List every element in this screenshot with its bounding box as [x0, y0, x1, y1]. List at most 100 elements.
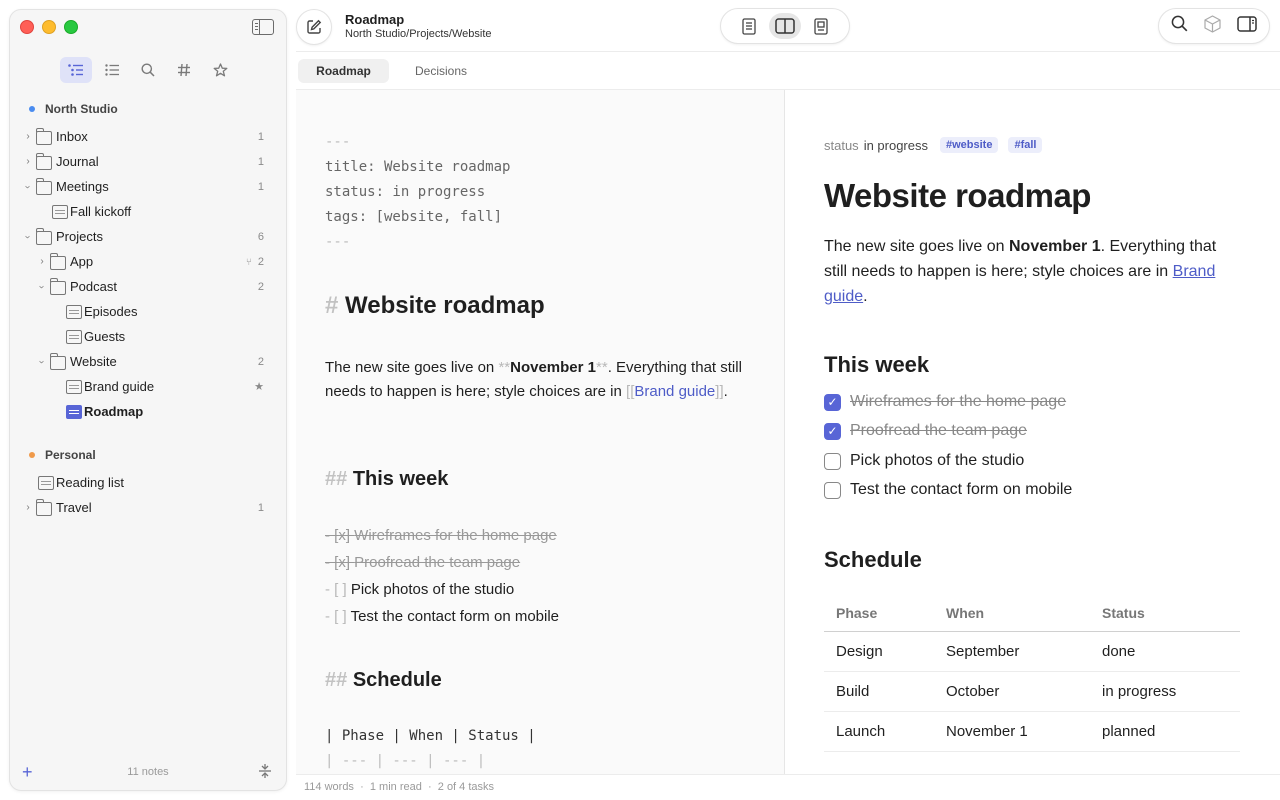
preview-only-icon[interactable]	[805, 13, 837, 39]
editor-task: - [x] Proofread the team page	[325, 554, 521, 571]
sidebar-item-episodes[interactable]: Episodes	[10, 299, 286, 324]
editor-task: - [ ] Test the contact form on mobile	[325, 608, 560, 625]
folder-icon	[35, 227, 52, 245]
sidebar-footer: + 11 notes	[10, 762, 286, 782]
sidebar-item-label: Fall kickoff	[70, 204, 132, 219]
document-icon	[66, 379, 82, 394]
sidebar-item-roadmap[interactable]: Roadmap	[10, 399, 286, 424]
document-icon	[38, 475, 54, 490]
cube-icon[interactable]	[1204, 14, 1221, 38]
sidebar-item-label: App	[70, 254, 94, 269]
preview-paragraph: The new site goes live on November 1. Ev…	[824, 238, 1217, 305]
wiki-link[interactable]: Brand guide	[634, 383, 715, 400]
sidebar-item-guests[interactable]: Guests	[10, 324, 286, 349]
star-icon[interactable]	[204, 57, 236, 83]
item-count: 1	[257, 130, 264, 143]
window-controls	[20, 20, 78, 34]
editor-heading-2: ## Schedule	[325, 669, 442, 691]
task-progress: 2 of 4 tasks	[437, 781, 495, 793]
search-icon[interactable]	[1171, 15, 1188, 37]
table-cell: in progress	[1090, 671, 1240, 712]
sidebar-item-meetings[interactable]: › Meetings 1	[10, 174, 286, 199]
tag-badge[interactable]: #website	[940, 137, 999, 153]
editor-task: - [ ] Pick photos of the studio	[325, 581, 515, 598]
chevron-right-icon[interactable]: ›	[37, 256, 47, 267]
folder-icon	[35, 177, 52, 195]
hashtag-icon[interactable]	[168, 57, 200, 83]
sidebar-toggle-icon[interactable]	[252, 19, 274, 35]
tab-roadmap[interactable]: Roadmap	[298, 59, 389, 83]
outline-tree-icon[interactable]	[60, 57, 92, 83]
table-header: Status	[1090, 597, 1240, 632]
editor-only-icon[interactable]	[733, 13, 765, 39]
group-label: North Studio	[45, 101, 118, 116]
sidebar-item-projects[interactable]: › Projects 6	[10, 224, 286, 249]
sidebar-item-website[interactable]: › Website 2	[10, 349, 286, 374]
sidebar-item-label: Episodes	[84, 304, 138, 319]
zoom-window-button[interactable]	[64, 20, 78, 34]
sidebar-item-label: Meetings	[56, 179, 109, 194]
sidebar-item-fall-kickoff[interactable]: Fall kickoff	[10, 199, 286, 224]
folder-icon	[49, 252, 66, 270]
right-toolbar	[1158, 8, 1270, 44]
collapse-all-icon[interactable]	[258, 764, 272, 781]
sidebar-item-journal[interactable]: › Journal 1	[10, 149, 286, 174]
chevron-down-icon[interactable]: ›	[23, 182, 34, 192]
inspector-toggle-icon[interactable]	[1237, 15, 1257, 37]
folder-icon	[49, 352, 66, 370]
app-window: North Studio › Inbox 1 › Journal 1 › Mee…	[0, 0, 1280, 800]
group-color-dot	[29, 105, 35, 112]
checkbox-unchecked[interactable]	[824, 481, 841, 499]
sidebar-item-podcast[interactable]: › Podcast 2	[10, 274, 286, 299]
tab-decisions[interactable]: Decisions	[401, 59, 481, 83]
group-north-studio[interactable]: North Studio	[10, 96, 286, 121]
item-count: 1	[257, 155, 264, 168]
editor-heading-1: # Website roadmap	[325, 292, 545, 320]
table-header: When	[934, 597, 1090, 632]
branch-icon: ⑂	[245, 256, 252, 268]
compose-icon[interactable]	[296, 9, 332, 45]
sidebar-item-inbox[interactable]: › Inbox 1	[10, 124, 286, 149]
sidebar-item-label: Guests	[84, 329, 126, 344]
document-title: Roadmap	[345, 12, 405, 27]
chevron-right-icon[interactable]: ›	[23, 156, 33, 167]
markdown-editor[interactable]: --- title: Website roadmap status: in pr…	[296, 90, 784, 774]
chevron-right-icon[interactable]: ›	[23, 502, 33, 513]
property-value: in progress	[863, 137, 928, 153]
item-count: 2	[257, 280, 264, 293]
sidebar-item-app[interactable]: › App ⑂ 2	[10, 249, 286, 274]
table-cell: November 1	[934, 711, 1090, 752]
checkbox-checked[interactable]: ✓	[824, 422, 841, 440]
list-icon[interactable]	[96, 57, 128, 83]
group-personal[interactable]: Personal	[10, 442, 286, 467]
search-icon[interactable]	[132, 57, 164, 83]
group-label: Personal	[45, 447, 96, 462]
minimize-window-button[interactable]	[42, 20, 56, 34]
chevron-right-icon[interactable]: ›	[23, 131, 33, 142]
notes-count: 11 notes	[127, 766, 169, 778]
chevron-down-icon[interactable]: ›	[37, 282, 48, 292]
sidebar-item-label: Inbox	[56, 129, 88, 144]
sidebar-item-label: Website	[70, 354, 117, 369]
chevron-down-icon[interactable]: ›	[23, 232, 34, 242]
sidebar-item-travel[interactable]: › Travel 1	[10, 495, 286, 520]
editor-heading-2: ## This week	[325, 468, 449, 490]
sidebar-item-label: Podcast	[70, 279, 117, 294]
tag-badge[interactable]: #fall	[1008, 137, 1043, 153]
group-color-dot	[29, 451, 35, 458]
table-cell: October	[934, 671, 1090, 712]
chevron-down-icon[interactable]: ›	[37, 357, 48, 367]
item-count: 1	[257, 501, 264, 514]
split-view-icon[interactable]	[769, 13, 801, 39]
preview-task: ✓ Proofread the team page	[824, 422, 1027, 440]
toolbar: Roadmap North Studio/Projects/Website	[296, 0, 1280, 52]
sidebar-item-brand-guide[interactable]: Brand guide ★	[10, 374, 286, 399]
status-bar: 114 words · 1 min read · 2 of 4 tasks	[296, 774, 1280, 800]
sidebar-item-label: Travel	[56, 500, 92, 515]
sidebar-item-reading-list[interactable]: Reading list	[10, 470, 286, 495]
checkbox-checked[interactable]: ✓	[824, 393, 841, 411]
editor-task: - [x] Wireframes for the home page	[325, 527, 557, 544]
checkbox-unchecked[interactable]	[824, 452, 841, 470]
close-window-button[interactable]	[20, 20, 34, 34]
table-line: | --- | --- | --- |	[325, 753, 486, 769]
